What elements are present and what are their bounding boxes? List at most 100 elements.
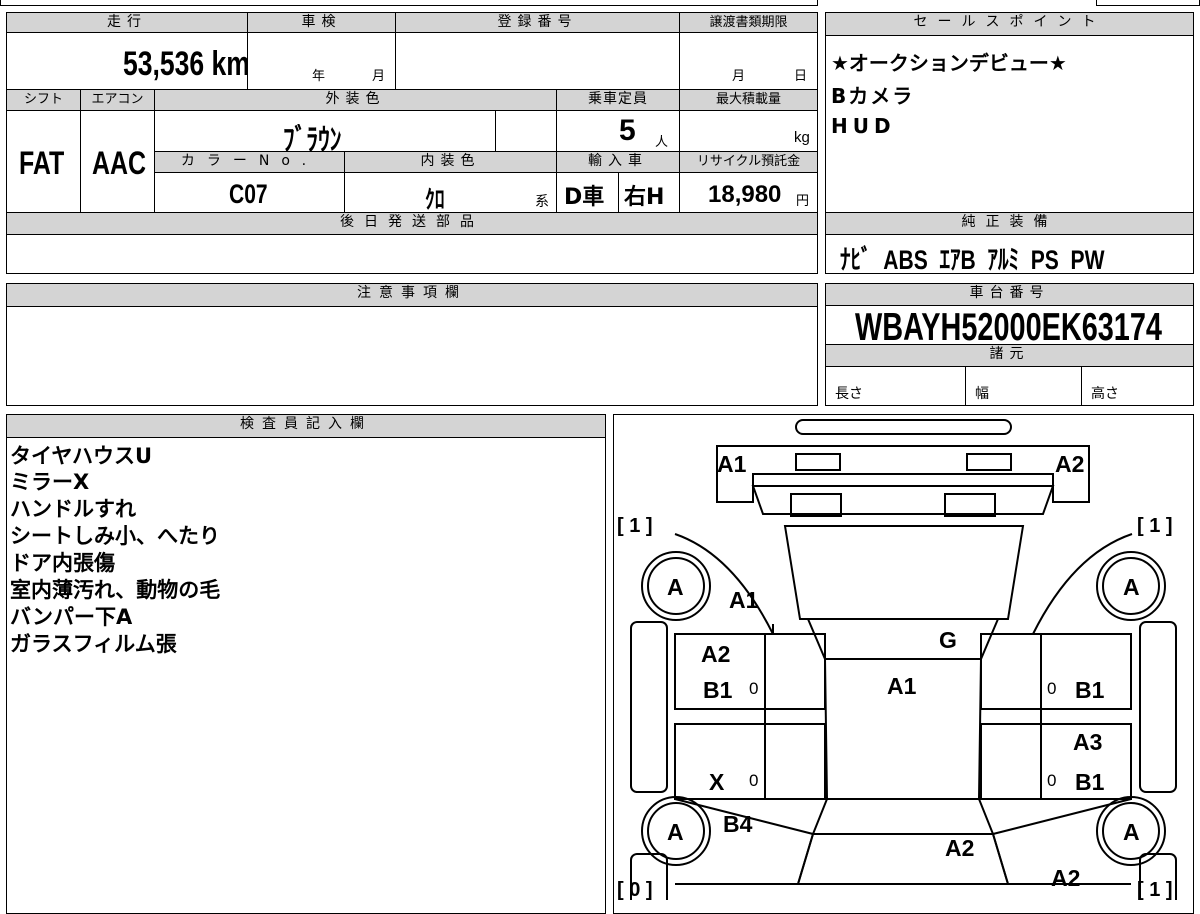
- exterior-color-header: 外装色: [154, 89, 557, 111]
- label-left-rear-fender: B4: [723, 811, 753, 837]
- label-right-front-door: B1: [1075, 677, 1105, 703]
- inspector-header: 検査員記入欄: [6, 414, 606, 438]
- label-left-front-door-1: A2: [701, 641, 730, 667]
- shift-value: FAT: [19, 145, 65, 181]
- ac-cell: AAC: [80, 110, 155, 213]
- label-front-left: A1: [717, 451, 747, 477]
- transfer-month-unit: 月: [732, 69, 746, 84]
- transfer-deadline-cell: 月 日: [679, 32, 818, 90]
- height-label: 高さ: [1091, 386, 1119, 402]
- color-no-value: C07: [229, 179, 268, 209]
- mileage-header: 走行: [6, 12, 248, 33]
- hood: [751, 485, 1055, 515]
- sales-point-header: セールスポイント: [825, 12, 1194, 36]
- length-cell: 長さ: [825, 366, 966, 406]
- right-sill: [1139, 621, 1177, 793]
- shift-header: シフト: [6, 89, 81, 111]
- recycle-value: 18,980: [708, 181, 782, 208]
- label-roof: A1: [887, 673, 917, 699]
- interior-color-suffix: 系: [535, 194, 549, 210]
- equipment-list: ﾅﾋﾞ ABS ｴｱB ｱﾙﾐ PS PW: [840, 245, 1105, 275]
- inspection-cell: 年 月: [247, 32, 396, 90]
- capacity-cell: 5 人: [556, 110, 680, 152]
- later-parts-cell: [6, 234, 818, 274]
- max-load-cell: kg: [679, 110, 818, 152]
- ac-value: AAC: [92, 145, 147, 181]
- tread-rr: [ 1 ]: [1137, 879, 1173, 900]
- label-tire-rr: A: [1123, 819, 1140, 845]
- width-cell: 幅: [965, 366, 1082, 406]
- inspector-line-3: ハンドルすれ: [10, 497, 136, 521]
- label-right-rear-door-2: B1: [1075, 769, 1105, 795]
- top-strip-right: [1096, 0, 1200, 6]
- exterior-color-extra: [495, 110, 557, 152]
- windshield: [806, 618, 1000, 660]
- zero-mark-1: 0: [749, 679, 758, 698]
- shift-cell: FAT: [6, 110, 81, 213]
- exterior-color-value: ﾌﾞﾗｳﾝ: [283, 124, 342, 152]
- left-sill: [630, 621, 668, 793]
- inspector-line-4: シートしみ小、へたり: [10, 524, 220, 548]
- inspector-line-5: ドア内張傷: [10, 551, 115, 575]
- hood-panel: [783, 525, 1025, 620]
- zero-mark-3: 0: [1047, 679, 1056, 698]
- length-label: 長さ: [835, 386, 863, 402]
- chassis-header: 車台番号: [825, 283, 1194, 306]
- interior-color-header: 内装色: [344, 151, 557, 173]
- zero-mark-4: 0: [1047, 771, 1056, 790]
- tread-rl: [ 0 ]: [617, 879, 653, 900]
- sales-point-3: HUD: [831, 114, 896, 138]
- inspector-line-6: 室内薄汚れ、動物の毛: [10, 578, 221, 602]
- later-parts-header: 後日発送部品: [6, 212, 818, 235]
- fender-left-front: [674, 533, 774, 635]
- recycle-header: リサイクル預託金: [679, 151, 818, 173]
- capacity-header: 乗車定員: [556, 89, 680, 111]
- tread-fr: [ 1 ]: [1137, 515, 1173, 537]
- ac-header: エアコン: [80, 89, 155, 111]
- label-left-front-door-2: B1: [703, 677, 733, 703]
- label-tire-fl: A: [667, 574, 684, 600]
- sales-point-1: ★オークションデビュー★: [831, 51, 1067, 75]
- trunk: [796, 833, 1010, 885]
- label-hood: A1: [729, 587, 759, 613]
- inspector-line-7: バンパー下A: [10, 605, 133, 629]
- car-diagram: A1 A2 A1 G A1 A2 B1 X B4 B1 A3 B1 A2 A2 …: [617, 419, 1177, 900]
- color-no-header: カラーNo.: [154, 151, 345, 173]
- transfer-day-unit: 日: [794, 69, 808, 84]
- grille-right: [944, 493, 996, 517]
- steering-cell: 右H: [618, 172, 680, 213]
- spec-header: 諸元: [825, 344, 1194, 367]
- steering-value: 右H: [624, 185, 665, 210]
- inspection-month-unit: 月: [372, 69, 386, 84]
- max-load-header: 最大積載量: [679, 89, 818, 111]
- transfer-deadline-header: 譲渡書類期限: [679, 12, 818, 33]
- label-rear-right: A2: [1051, 865, 1080, 891]
- interior-color-value: ｸﾛ: [425, 186, 445, 213]
- registration-header: 登録番号: [395, 12, 680, 33]
- headlight-left: [795, 453, 841, 471]
- notes-header: 注意事項欄: [6, 283, 818, 307]
- capacity-value: 5: [619, 114, 636, 147]
- label-tire-rl: A: [667, 819, 684, 845]
- inspector-line-2: ミラーX: [10, 470, 90, 494]
- rear-window: [811, 798, 995, 835]
- zero-mark-2: 0: [749, 771, 758, 790]
- mileage-value: 53,536 km: [123, 45, 248, 83]
- sales-point-2: Bカメラ: [831, 84, 915, 108]
- max-load-unit: kg: [794, 129, 810, 146]
- top-strip: [0, 0, 818, 6]
- headlight-right: [966, 453, 1012, 471]
- width-label: 幅: [975, 386, 989, 402]
- equipment-header: 純正装備: [825, 212, 1194, 235]
- inspection-year-unit: 年: [312, 69, 326, 84]
- label-trunk: A2: [945, 835, 974, 861]
- import-type-cell: D車: [556, 172, 619, 213]
- color-no-cell: C07: [154, 172, 345, 213]
- label-front-right: A2: [1055, 451, 1084, 477]
- label-right-rear-door-1: A3: [1073, 729, 1102, 755]
- interior-color-cell: ｸﾛ 系: [344, 172, 557, 213]
- fender-right-front: [1032, 533, 1133, 635]
- recycle-cell: 18,980 円: [679, 172, 818, 213]
- mileage-cell: 53,536 km: [6, 32, 248, 90]
- inspector-line-8: ガラスフィルム張: [10, 632, 177, 656]
